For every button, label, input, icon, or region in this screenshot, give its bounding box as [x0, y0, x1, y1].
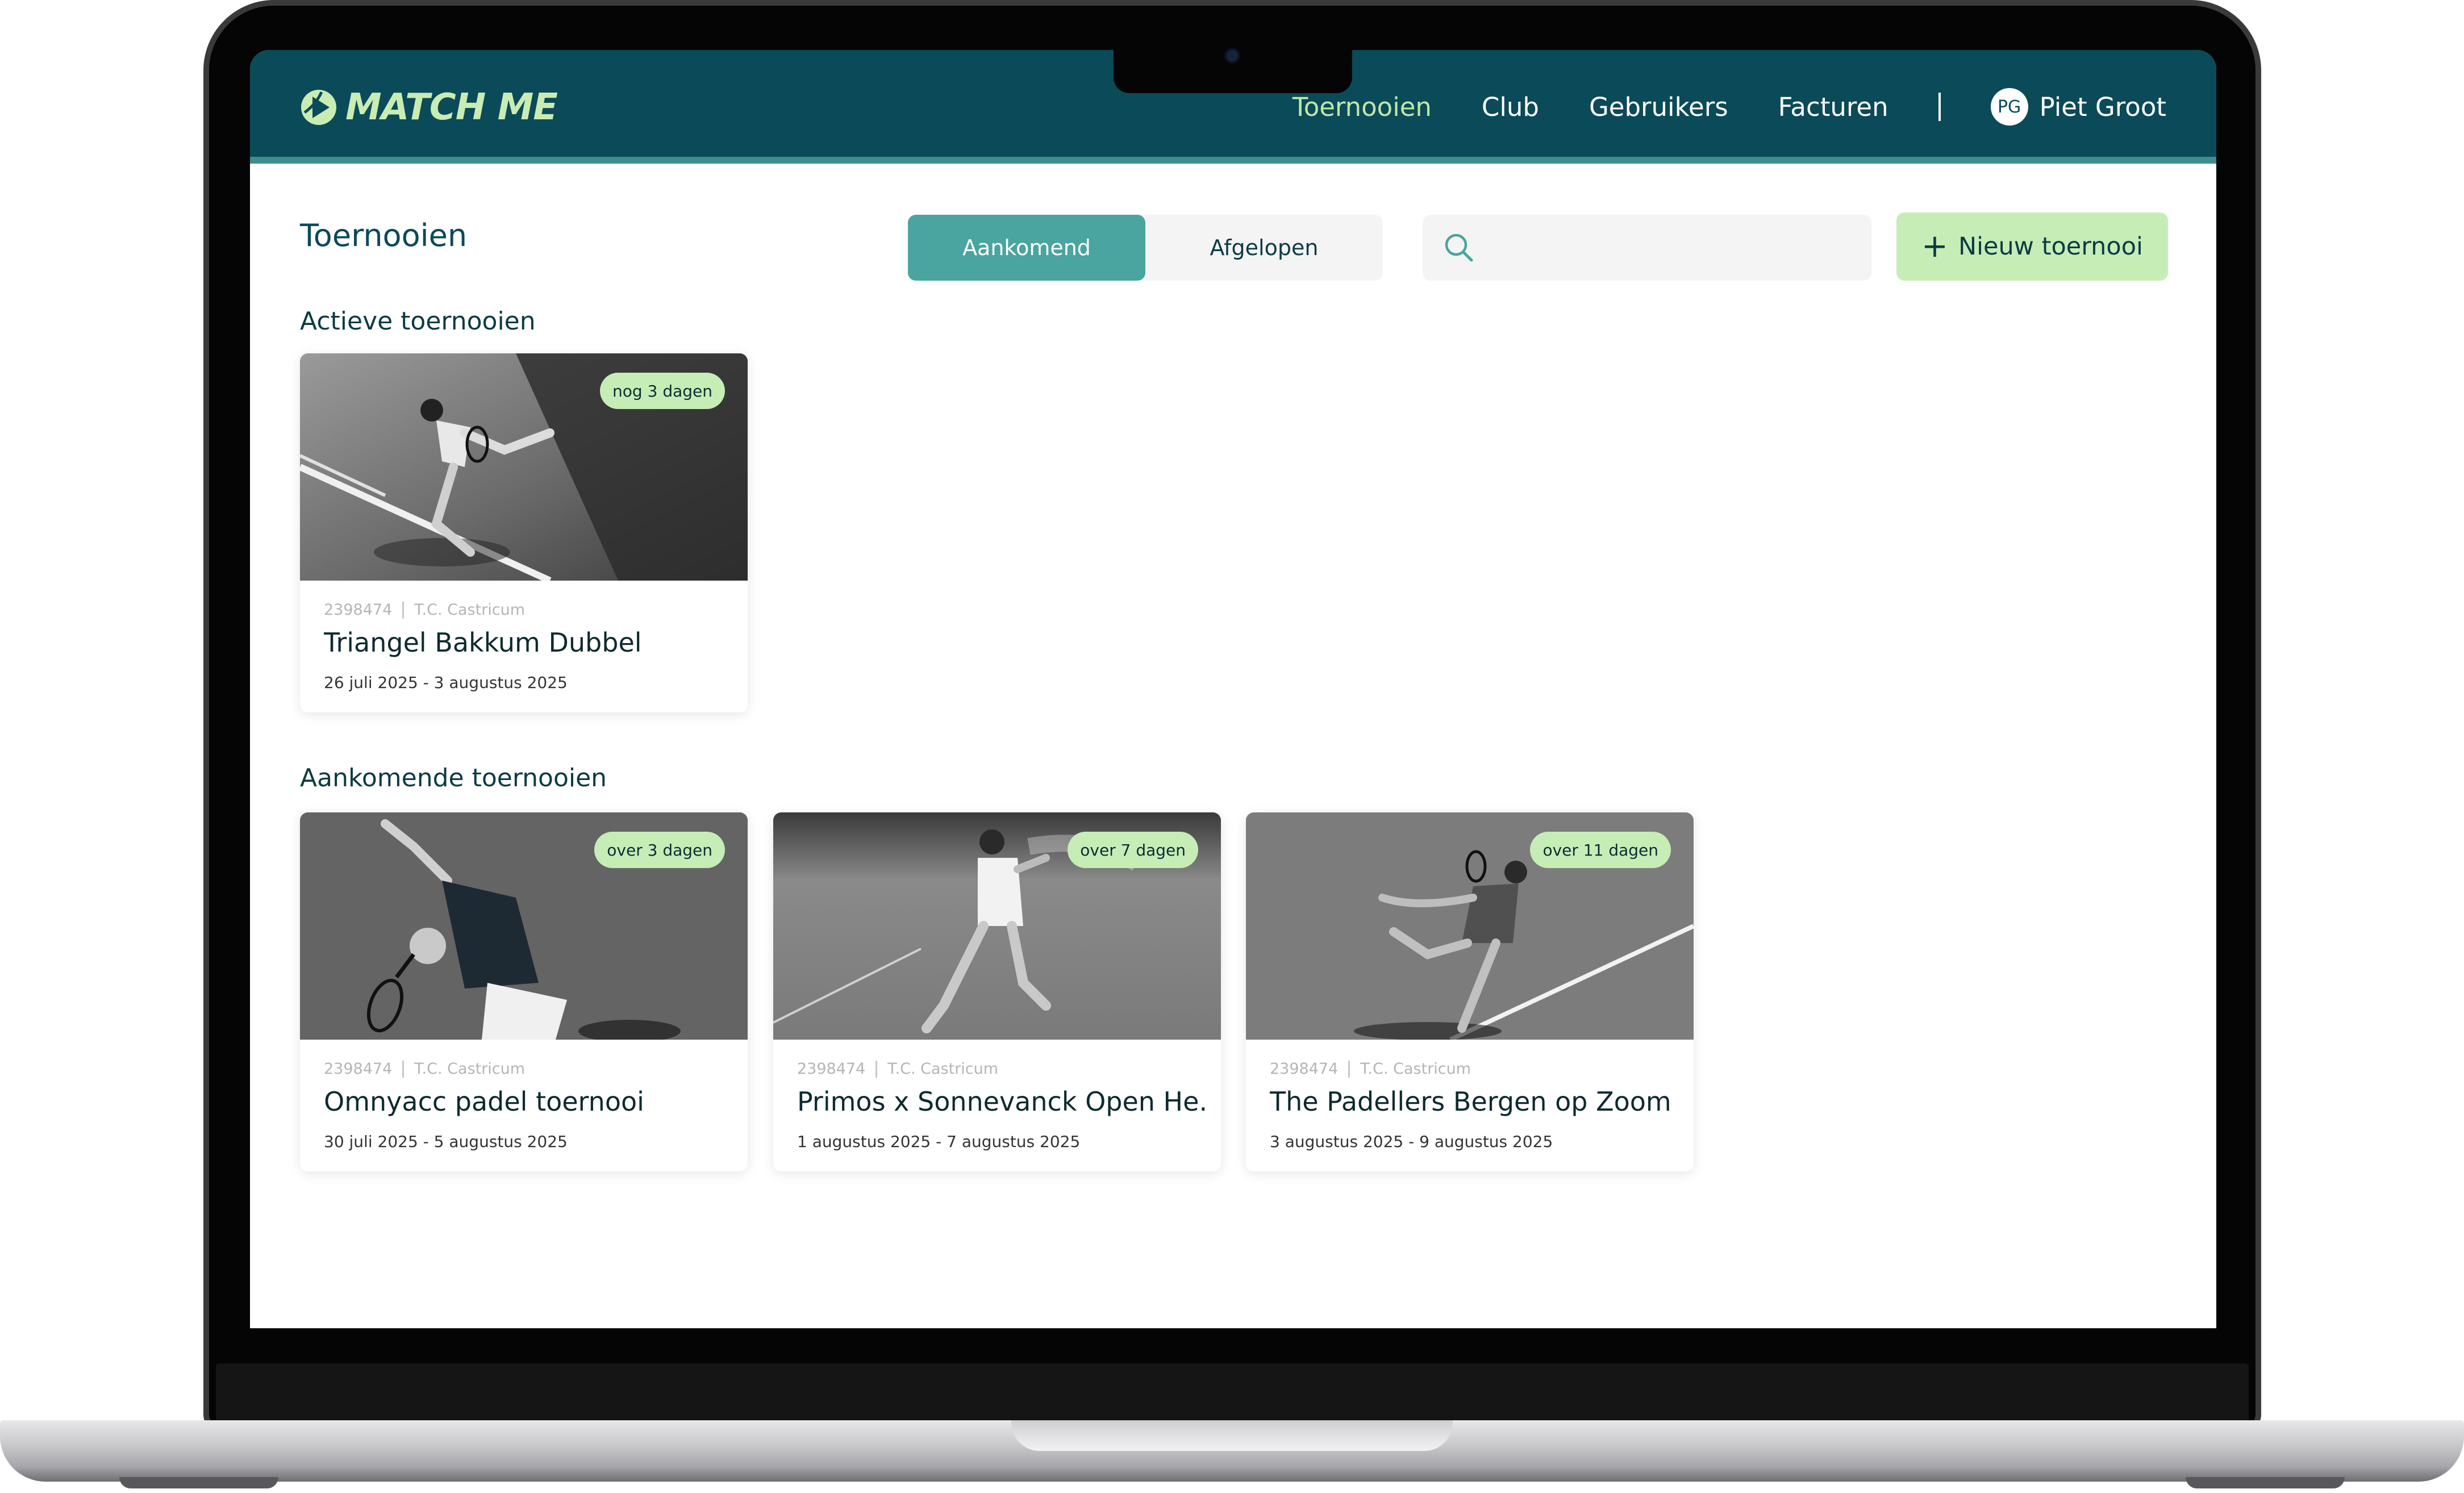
nav-divider — [1938, 93, 1941, 121]
tournament-photo: nog 3 dagen — [300, 353, 748, 581]
tournament-photo: over 3 dagen — [300, 812, 748, 1040]
tournament-photo: over 11 dagen — [1246, 812, 1694, 1040]
tournament-club: T.C. Castricum — [887, 1060, 999, 1078]
nav-item-club[interactable]: Club — [1482, 92, 1539, 122]
countdown-badge: over 7 dagen — [1068, 832, 1198, 868]
tournament-dates: 1 augustus 2025 - 7 augustus 2025 — [797, 1132, 1081, 1151]
tournament-filter-tabs: Aankomend Afgelopen — [908, 215, 1383, 281]
tournament-title: The Padellers Bergen op Zoom — [1270, 1086, 1671, 1117]
tournament-card[interactable]: nog 3 dagen 2398474 T.C. Castricum Trian… — [300, 353, 748, 712]
nav-item-gebruikers[interactable]: Gebruikers — [1589, 92, 1728, 122]
avatar[interactable]: PG — [1990, 88, 2028, 126]
tournament-card[interactable]: over 3 dagen 2398474 T.C. Castricum Omny… — [300, 812, 748, 1171]
page-title: Toernooien — [300, 218, 468, 253]
tournament-club: T.C. Castricum — [1360, 1060, 1471, 1078]
nav-item-toernooien[interactable]: Toernooien — [1293, 92, 1432, 122]
meta-divider — [402, 601, 405, 619]
laptop-base-notch — [1011, 1420, 1453, 1451]
countdown-badge: nog 3 dagen — [600, 373, 725, 409]
app-screen: MATCH ME Toernooien Club Gebruikers Fact… — [250, 50, 2216, 1328]
search-icon — [1445, 233, 1473, 262]
plus-icon: + — [1921, 228, 1948, 265]
search-box — [1423, 215, 1871, 281]
tournament-id: 2398474 — [797, 1060, 866, 1078]
tournament-meta: 2398474 T.C. Castricum — [324, 601, 525, 619]
new-tournament-label: Nieuw toernooi — [1958, 232, 2143, 261]
countdown-badge: over 11 dagen — [1530, 832, 1671, 868]
meta-divider — [1348, 1060, 1350, 1078]
tournament-club: T.C. Castricum — [414, 1060, 526, 1078]
user-name[interactable]: Piet Groot — [2040, 92, 2166, 122]
nav-item-facturen[interactable]: Facturen — [1778, 92, 1888, 122]
meta-divider — [402, 1060, 405, 1078]
tournament-photo: over 7 dagen — [773, 812, 1221, 1040]
laptop-foot-left — [119, 1477, 278, 1488]
nav-menu: Toernooien Club Gebruikers Facturen PG P… — [1293, 78, 2166, 135]
tournament-id: 2398474 — [324, 1060, 393, 1078]
search-input[interactable] — [1490, 235, 1853, 260]
logo-text: MATCH ME — [345, 86, 558, 128]
tournament-card[interactable]: over 7 dagen 2398474 T.C. Castricum Prim… — [773, 812, 1221, 1171]
laptop-foot-right — [2186, 1477, 2345, 1488]
tournament-meta: 2398474 T.C. Castricum — [797, 1060, 998, 1078]
tournament-meta: 2398474 T.C. Castricum — [1270, 1060, 1471, 1078]
tournament-meta: 2398474 T.C. Castricum — [324, 1060, 525, 1078]
tab-afgelopen[interactable]: Afgelopen — [1145, 215, 1383, 281]
logo[interactable]: MATCH ME — [299, 86, 558, 128]
new-tournament-button[interactable]: + Nieuw toernooi — [1896, 212, 2168, 281]
countdown-badge: over 3 dagen — [594, 832, 725, 868]
tournament-title: Omnyacc padel toernooi — [324, 1086, 644, 1117]
section-title-active: Actieve toernooien — [300, 307, 536, 336]
tournament-dates: 3 augustus 2025 - 9 augustus 2025 — [1270, 1132, 1553, 1151]
tournament-club: T.C. Castricum — [414, 601, 526, 619]
tournament-id: 2398474 — [1270, 1060, 1339, 1078]
camera-icon — [1224, 48, 1240, 64]
tournament-card[interactable]: over 11 dagen 2398474 T.C. Castricum The… — [1246, 812, 1694, 1171]
meta-divider — [875, 1060, 878, 1078]
tab-aankomend[interactable]: Aankomend — [908, 215, 1145, 281]
tournament-dates: 30 juli 2025 - 5 augustus 2025 — [324, 1132, 568, 1151]
section-title-upcoming: Aankomende toernooien — [300, 764, 607, 793]
play-ball-logo-icon — [301, 90, 336, 125]
tournament-dates: 26 juli 2025 - 3 augustus 2025 — [324, 673, 568, 692]
tournament-id: 2398474 — [324, 601, 393, 619]
tournament-title: Primos x Sonnevanck Open He... — [797, 1086, 1206, 1117]
tournament-title: Triangel Bakkum Dubbel — [324, 627, 642, 658]
laptop-chin — [216, 1363, 2249, 1423]
